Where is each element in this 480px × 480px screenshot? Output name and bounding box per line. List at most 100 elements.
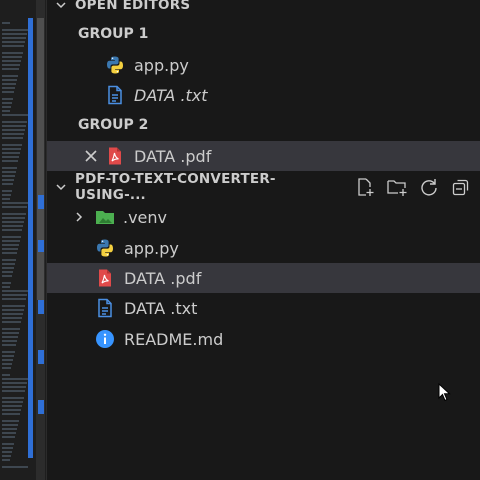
minimap-code-line (2, 455, 11, 457)
minimap-code-line (2, 390, 25, 392)
open-editor-item-data-pdf[interactable]: DATA .pdf (47, 141, 480, 171)
folder-icon (95, 207, 115, 227)
minimap-code-line (2, 286, 10, 288)
minimap-code-line (2, 213, 26, 215)
file-name: DATA .txt (124, 298, 198, 318)
text-file-icon (105, 85, 125, 105)
minimap-code-line (2, 52, 23, 54)
chevron-down-icon (53, 179, 69, 195)
file-name: DATA .pdf (124, 268, 202, 288)
minimap-code-line (2, 447, 13, 449)
minimap-code-line (2, 459, 10, 461)
minimap-code-line (2, 259, 16, 261)
tree-item-data-txt[interactable]: DATA .txt (47, 293, 480, 323)
minimap-code-line (2, 194, 11, 196)
minimap-code-line (2, 413, 20, 415)
mouse-pointer-icon (438, 382, 452, 403)
minimap-code-line (2, 409, 21, 411)
new-file-icon[interactable] (354, 176, 376, 198)
minimap-code-line (2, 328, 20, 330)
tree-item-readme-md[interactable]: README.md (47, 324, 480, 354)
file-name: DATA .txt (134, 85, 208, 105)
chevron-down-icon (53, 0, 69, 13)
collapse-all-icon[interactable] (450, 176, 472, 198)
refresh-icon[interactable] (418, 176, 440, 198)
minimap-code-line (2, 87, 15, 89)
minimap-marker (38, 400, 44, 414)
new-folder-icon[interactable] (386, 176, 408, 198)
minimap-code-line (2, 45, 24, 47)
minimap-code-line (2, 175, 15, 177)
explorer-panel: OPEN EDITORS GROUP 1 app.py DATA .txt GR… (47, 0, 480, 480)
minimap-code-line (2, 359, 13, 361)
minimap-code-line (2, 221, 24, 223)
minimap-code-line (2, 156, 19, 158)
minimap-code-line (2, 344, 16, 346)
minimap-code-line (2, 110, 10, 112)
minimap-code-line (2, 340, 17, 342)
minimap-code-line (2, 217, 25, 219)
info-icon (95, 329, 115, 349)
minimap-code-line (2, 451, 12, 453)
minimap-code-line (2, 41, 25, 43)
project-folder-header[interactable]: PDF-TO-TEXT-CONVERTER-USING-... (47, 171, 480, 203)
minimap-code-line (2, 60, 21, 62)
minimap-code-line (2, 129, 25, 131)
minimap-code-line (2, 443, 14, 445)
tree-item-venv[interactable]: .venv (47, 202, 480, 232)
minimap-code-line (2, 378, 28, 380)
python-icon (95, 238, 115, 258)
group-header[interactable]: GROUP 1 (47, 19, 480, 49)
minimap-scroll-thumb[interactable] (37, 18, 44, 300)
minimap-code-line (2, 152, 20, 154)
minimap-code-line (2, 282, 11, 284)
open-editor-item-data-txt[interactable]: DATA .txt (47, 80, 480, 110)
minimap-code-line (2, 29, 28, 31)
minimap-code-line (2, 244, 19, 246)
minimap-code-line (2, 75, 18, 77)
minimap-code-line (2, 294, 27, 296)
file-name: app.py (124, 238, 179, 258)
minimap-code-line (2, 424, 18, 426)
minimap-code-line (2, 397, 24, 399)
minimap-code-line (2, 106, 11, 108)
group-label: GROUP 1 (78, 26, 149, 42)
minimap-code-line (2, 401, 23, 403)
tree-item-app-py[interactable]: app.py (47, 233, 480, 263)
minimap-code-line (2, 171, 16, 173)
chevron-right-icon (71, 209, 87, 225)
minimap-code-line (2, 22, 10, 24)
open-editor-item-app-py[interactable]: app.py (47, 50, 480, 80)
close-icon[interactable] (81, 146, 101, 166)
minimap-code-line (2, 275, 12, 277)
minimap-code-line (2, 317, 22, 319)
minimap-code-line (2, 198, 10, 200)
minimap-code-line (2, 332, 19, 334)
minimap-code-line (2, 206, 27, 208)
minimap-code-line (2, 321, 21, 323)
minimap-code-line (2, 466, 28, 468)
minimap-code-line (2, 114, 28, 116)
minimap-code-line (2, 386, 26, 388)
minimap-code-line (2, 436, 15, 438)
group-header[interactable]: GROUP 2 (47, 110, 480, 140)
minimap-code-line (2, 56, 22, 58)
minimap-code-line (2, 202, 28, 204)
minimap-code-line (2, 225, 23, 227)
minimap-code-line (2, 420, 19, 422)
minimap-code-line (2, 64, 20, 66)
minimap-code-line (2, 137, 23, 139)
minimap-code-line (2, 98, 13, 100)
minimap-code-line (2, 236, 21, 238)
minimap-marker (38, 350, 44, 364)
minimap-marker (38, 240, 44, 252)
minimap-code-line (2, 428, 17, 430)
tree-item-data-pdf[interactable]: DATA .pdf (47, 263, 480, 293)
editor-minimap[interactable] (0, 0, 47, 480)
minimap-code-line (2, 183, 13, 185)
minimap-code-line (2, 313, 23, 315)
minimap-code-line (2, 248, 18, 250)
open-editors-header[interactable]: OPEN EDITORS (47, 0, 480, 20)
minimap-marker (38, 300, 44, 314)
minimap-code-line (2, 271, 13, 273)
